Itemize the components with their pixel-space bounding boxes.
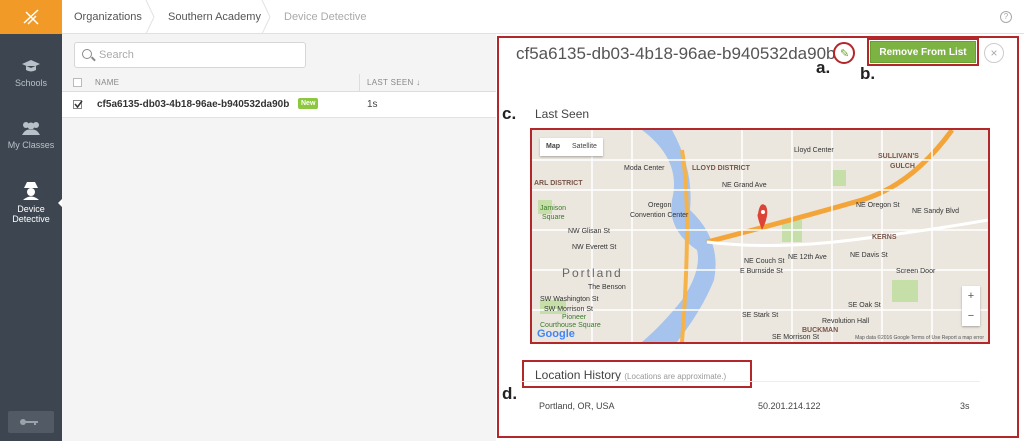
annotation-label-d: d. <box>502 384 518 403</box>
search-icon <box>82 49 92 59</box>
map-label: Square <box>542 214 565 221</box>
remove-from-list-button[interactable]: Remove From List <box>870 41 976 63</box>
select-all-checkbox[interactable] <box>73 78 82 87</box>
map-label: Jamison <box>540 205 567 212</box>
table-row[interactable]: cf5a6135-db03-4b18-96ae-b940532da90b New… <box>62 92 496 118</box>
breadcrumb-southern-academy[interactable]: Southern Academy <box>168 0 261 34</box>
collapse-nav-button[interactable] <box>8 411 54 433</box>
nav-label: Schools <box>14 78 48 88</box>
map-label: NE 12th Ave <box>788 254 827 261</box>
map-attribution[interactable]: Map data ©2016 Google Terms of Use Repor… <box>855 335 984 341</box>
map-type-satellite[interactable]: Satellite <box>566 138 603 156</box>
pencil-icon: ✎ <box>840 48 850 60</box>
breadcrumb: Organizations Southern Academy Device De… <box>62 0 1024 34</box>
location-history-label: Location History <box>535 368 622 382</box>
logo[interactable] <box>0 0 62 34</box>
nav-label: Device Detective <box>12 204 50 224</box>
breadcrumb-device-detective: Device Detective <box>284 11 367 23</box>
map-type-map[interactable]: Map <box>540 138 566 156</box>
map-label: SE Stark St <box>742 312 779 319</box>
nav-label: My Classes <box>7 140 55 150</box>
map-label: Lloyd Center <box>794 147 834 154</box>
history-place: Portland, OR, USA <box>539 401 615 411</box>
map-label: Oregon <box>648 202 672 209</box>
divider <box>520 381 980 382</box>
map-type-toggle[interactable]: Map Satellite <box>540 138 603 156</box>
nav-item-device-detective[interactable]: Device Detective <box>0 180 63 224</box>
device-name[interactable]: cf5a6135-db03-4b18-96ae-b940532da90b <box>97 99 289 110</box>
last-seen-value: 1s <box>367 99 378 110</box>
map-label: Portland <box>562 266 623 280</box>
map-label: Convention Center <box>630 212 689 219</box>
map-label: BUCKMAN <box>802 327 839 334</box>
help-icon[interactable]: ? <box>1000 11 1012 23</box>
edit-button[interactable]: ✎ <box>833 42 855 64</box>
map-label: SW Washington St <box>540 296 599 303</box>
table-header: NAME LAST SEEN ↓ <box>62 74 496 92</box>
detective-icon <box>23 182 39 200</box>
annotation-label-b: b. <box>860 64 876 83</box>
map-label: SE Oak St <box>848 302 881 309</box>
history-age: 3s <box>960 401 970 411</box>
new-badge: New <box>298 98 319 109</box>
map-label: NE Davis St <box>850 252 888 259</box>
nav-item-my-classes[interactable]: My Classes <box>0 120 62 150</box>
close-icon[interactable]: × <box>984 43 1004 63</box>
map-roads <box>532 130 988 342</box>
map-label: SULLIVAN'S <box>878 153 919 160</box>
location-map[interactable]: Map Satellite Lloyd Center SULLIVAN'S GUL… <box>532 130 988 342</box>
map-label: NW Glisan St <box>568 228 611 235</box>
google-logo: Google <box>537 328 575 340</box>
map-label: ARL DISTRICT <box>534 180 583 187</box>
map-label: The Benson <box>588 284 626 291</box>
location-history-note: (Locations are approximate.) <box>624 372 727 381</box>
map-label: E Burnside St <box>740 268 783 275</box>
users-icon <box>22 122 40 135</box>
search-placeholder: Search <box>99 49 134 61</box>
map-label: Moda Center <box>624 165 665 172</box>
graduation-cap-icon <box>22 60 40 72</box>
map-label: Screen Door <box>896 268 936 275</box>
chevron-right-icon <box>145 0 155 34</box>
annotation-label-c: c. <box>502 104 517 123</box>
map-label: NE Grand Ave <box>722 182 767 189</box>
zoom-in-button[interactable]: + <box>962 286 980 306</box>
device-list-panel: Search NAME LAST SEEN ↓ cf5a6135-db03-4b… <box>62 34 496 441</box>
search-input[interactable]: Search <box>74 42 306 68</box>
map-label: NE Couch St <box>744 258 785 265</box>
last-seen-title: Last Seen <box>535 107 590 121</box>
breadcrumb-organizations[interactable]: Organizations <box>74 0 142 34</box>
map-label: SE Morrison St <box>772 334 820 341</box>
chevron-right-icon <box>261 0 271 34</box>
key-icon <box>20 419 38 425</box>
map-label: LLOYD DISTRICT <box>692 165 750 172</box>
device-detail-panel: cf5a6135-db03-4b18-96ae-b940532da90b ✎ R… <box>496 34 1024 441</box>
column-name[interactable]: NAME <box>95 78 119 87</box>
map-label: Revolution Hall <box>822 318 870 325</box>
history-ip: 50.201.214.122 <box>758 401 821 411</box>
location-history-title: Location History (Locations are approxim… <box>535 368 726 382</box>
map-zoom-control: + − <box>962 286 980 326</box>
map-label: NW Everett St <box>572 244 617 251</box>
zoom-out-button[interactable]: − <box>962 306 980 326</box>
map-label: GULCH <box>890 163 915 170</box>
map-label: SW Morrison St <box>544 306 594 313</box>
map-label: Pioneer <box>562 314 587 321</box>
column-last-seen[interactable]: LAST SEEN ↓ <box>367 78 420 87</box>
map-label: KERNS <box>872 234 897 241</box>
row-checkbox[interactable] <box>73 100 83 109</box>
logo-icon <box>23 9 39 25</box>
check-icon <box>74 100 83 109</box>
left-nav: Schools My Classes Device Detective <box>0 0 63 441</box>
device-title: cf5a6135-db03-4b18-96ae-b940532da90b <box>516 44 836 63</box>
map-label: NE Sandy Blvd <box>912 208 960 215</box>
nav-item-schools[interactable]: Schools <box>0 58 62 88</box>
map-label: NE Oregon St <box>856 202 900 209</box>
annotation-label-a: a. <box>816 58 831 77</box>
